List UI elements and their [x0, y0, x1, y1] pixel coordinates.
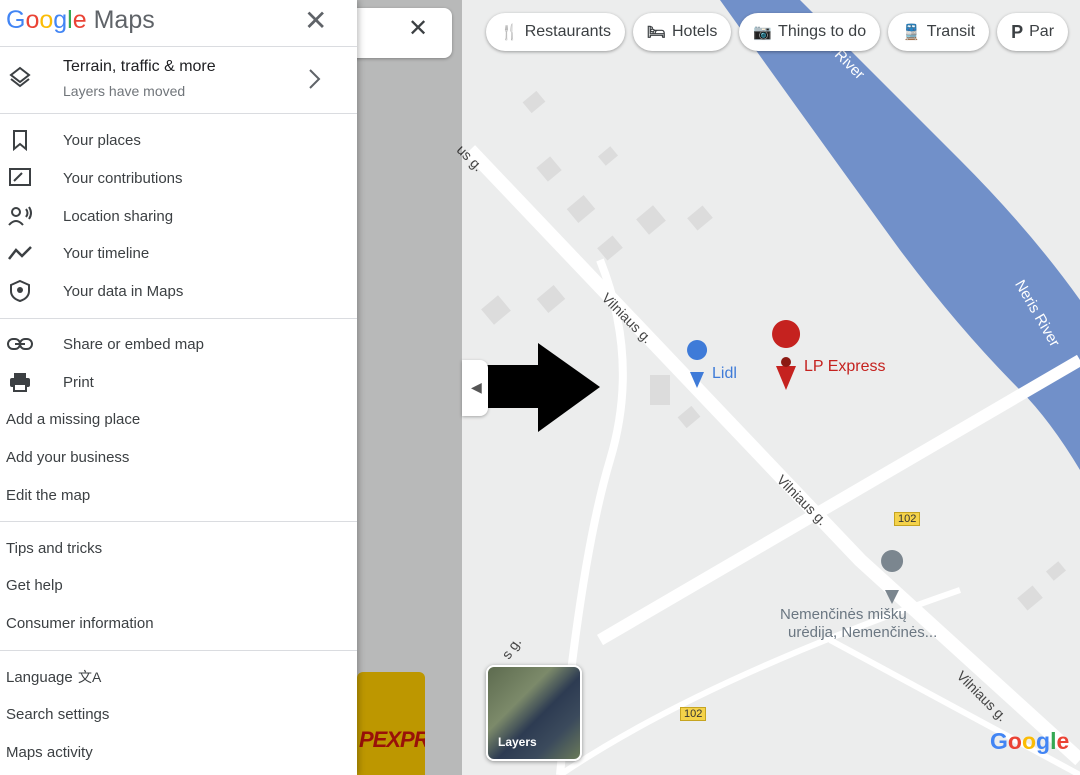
chip-label: Restaurants	[524, 23, 611, 40]
google-logo: Google	[990, 728, 1070, 754]
place-label-forest-line2: urėdija, Nemenčinės...	[788, 624, 938, 641]
menu-item-label: Share or embed map	[63, 335, 204, 353]
menu-item-label: Your timeline	[63, 244, 150, 262]
place-label-lp-express[interactable]: LP Express	[804, 358, 886, 376]
menu-item-tips[interactable]: Tips and tricks	[0, 530, 357, 566]
timeline-icon	[6, 239, 34, 267]
road-number-badge: 102	[894, 512, 921, 526]
menu-item-your-data[interactable]: Your data in Maps	[0, 273, 357, 309]
menu-item-your-contributions[interactable]: Your contributions	[0, 160, 357, 196]
contributions-icon	[6, 164, 34, 192]
close-icon[interactable]: ✕	[408, 14, 428, 43]
menu-item-label: Consumer information	[6, 614, 154, 632]
divider	[0, 318, 357, 319]
menu-item-label: Maps activity	[6, 743, 93, 761]
shield-icon	[6, 277, 34, 305]
terrain-title: Terrain, traffic & more	[63, 58, 216, 75]
menu-item-share-embed[interactable]: Share or embed map	[0, 326, 357, 362]
transit-icon: 🚆	[902, 24, 921, 41]
google-maps-logo[interactable]: Google Maps	[6, 6, 155, 35]
menu-item-add-business[interactable]: Add your business	[0, 439, 357, 475]
collapse-side-panel-button[interactable]: ◀	[462, 360, 488, 416]
parking-icon: P	[1011, 21, 1024, 42]
menu-item-maps-activity[interactable]: Maps activity	[0, 734, 357, 770]
divider	[0, 521, 357, 522]
menu-item-language[interactable]: Language 文A	[0, 659, 357, 695]
chip-label: Things to do	[778, 23, 867, 40]
menu-item-label: Tips and tricks	[6, 539, 103, 557]
road-number-badge: 102	[680, 707, 707, 721]
menu-item-label: Language	[6, 668, 73, 686]
menu-item-label: Get help	[6, 576, 63, 594]
menu-item-add-missing-place[interactable]: Add a missing place	[0, 401, 357, 437]
chip-transit[interactable]: 🚆 Transit	[888, 13, 990, 51]
layers-label: Layers	[498, 735, 537, 749]
divider	[0, 113, 357, 114]
chevron-left-icon: ◀	[471, 379, 482, 395]
chip-label: Transit	[926, 23, 976, 40]
menu-item-label: Add your business	[6, 448, 130, 466]
category-chips: 🍴 Restaurants 🛏 Hotels 📷 Things to do 🚆 Tran…	[486, 13, 1069, 53]
chip-things-to-do[interactable]: 📷 Things to do	[739, 13, 881, 51]
menu-item-consumer-info[interactable]: Consumer information	[0, 605, 357, 641]
menu-item-your-timeline[interactable]: Your timeline	[0, 235, 357, 271]
location-sharing-icon	[6, 202, 34, 230]
side-menu-panel: Google Maps ✕ Terrain, traffic & more La…	[0, 0, 357, 775]
menu-item-print[interactable]: Print	[0, 364, 357, 400]
link-icon	[6, 330, 34, 358]
menu-item-location-sharing[interactable]: Location sharing	[0, 198, 357, 234]
chip-parking[interactable]: P Par	[997, 13, 1069, 51]
menu-item-label: Edit the map	[6, 486, 91, 504]
menu-item-label: Add a missing place	[6, 410, 141, 428]
menu-item-search-settings[interactable]: Search settings	[0, 696, 357, 732]
menu-item-label: Your contributions	[63, 169, 183, 187]
place-label-lidl[interactable]: Lidl	[712, 365, 737, 383]
menu-item-label: Your data in Maps	[63, 282, 184, 300]
hotel-icon: 🛏	[646, 24, 666, 41]
place-label-forest[interactable]: Nemenčinės miškų	[780, 606, 907, 623]
menu-item-label: Your places	[63, 131, 141, 149]
logo-maps-text: Maps	[93, 6, 155, 34]
layers-icon	[8, 65, 32, 89]
menu-item-your-places[interactable]: Your places	[0, 122, 357, 158]
bookmark-icon	[6, 126, 34, 154]
restaurant-icon: 🍴	[500, 24, 519, 41]
close-icon[interactable]: ✕	[304, 4, 327, 37]
divider	[0, 650, 357, 651]
chip-hotels[interactable]: 🛏 Hotels	[632, 13, 732, 51]
terrain-traffic-item[interactable]: Terrain, traffic & more Layers have move…	[0, 47, 357, 113]
camera-icon: 📷	[753, 24, 773, 41]
menu-item-label: Location sharing	[63, 207, 174, 225]
menu-item-label: Search settings	[6, 705, 110, 723]
print-icon	[6, 368, 34, 396]
chip-label: Hotels	[672, 23, 718, 40]
menu-item-get-help[interactable]: Get help	[0, 567, 357, 603]
chip-label: Par	[1029, 23, 1055, 40]
menu-item-label: Print	[63, 373, 94, 391]
menu-item-edit-map[interactable]: Edit the map	[0, 477, 357, 513]
chevron-right-icon	[306, 67, 322, 96]
translate-icon: 文A	[78, 669, 102, 685]
chip-restaurants[interactable]: 🍴 Restaurants	[486, 13, 625, 51]
terrain-subtitle: Layers have moved	[63, 83, 186, 99]
layers-button[interactable]: Layers	[486, 665, 582, 761]
